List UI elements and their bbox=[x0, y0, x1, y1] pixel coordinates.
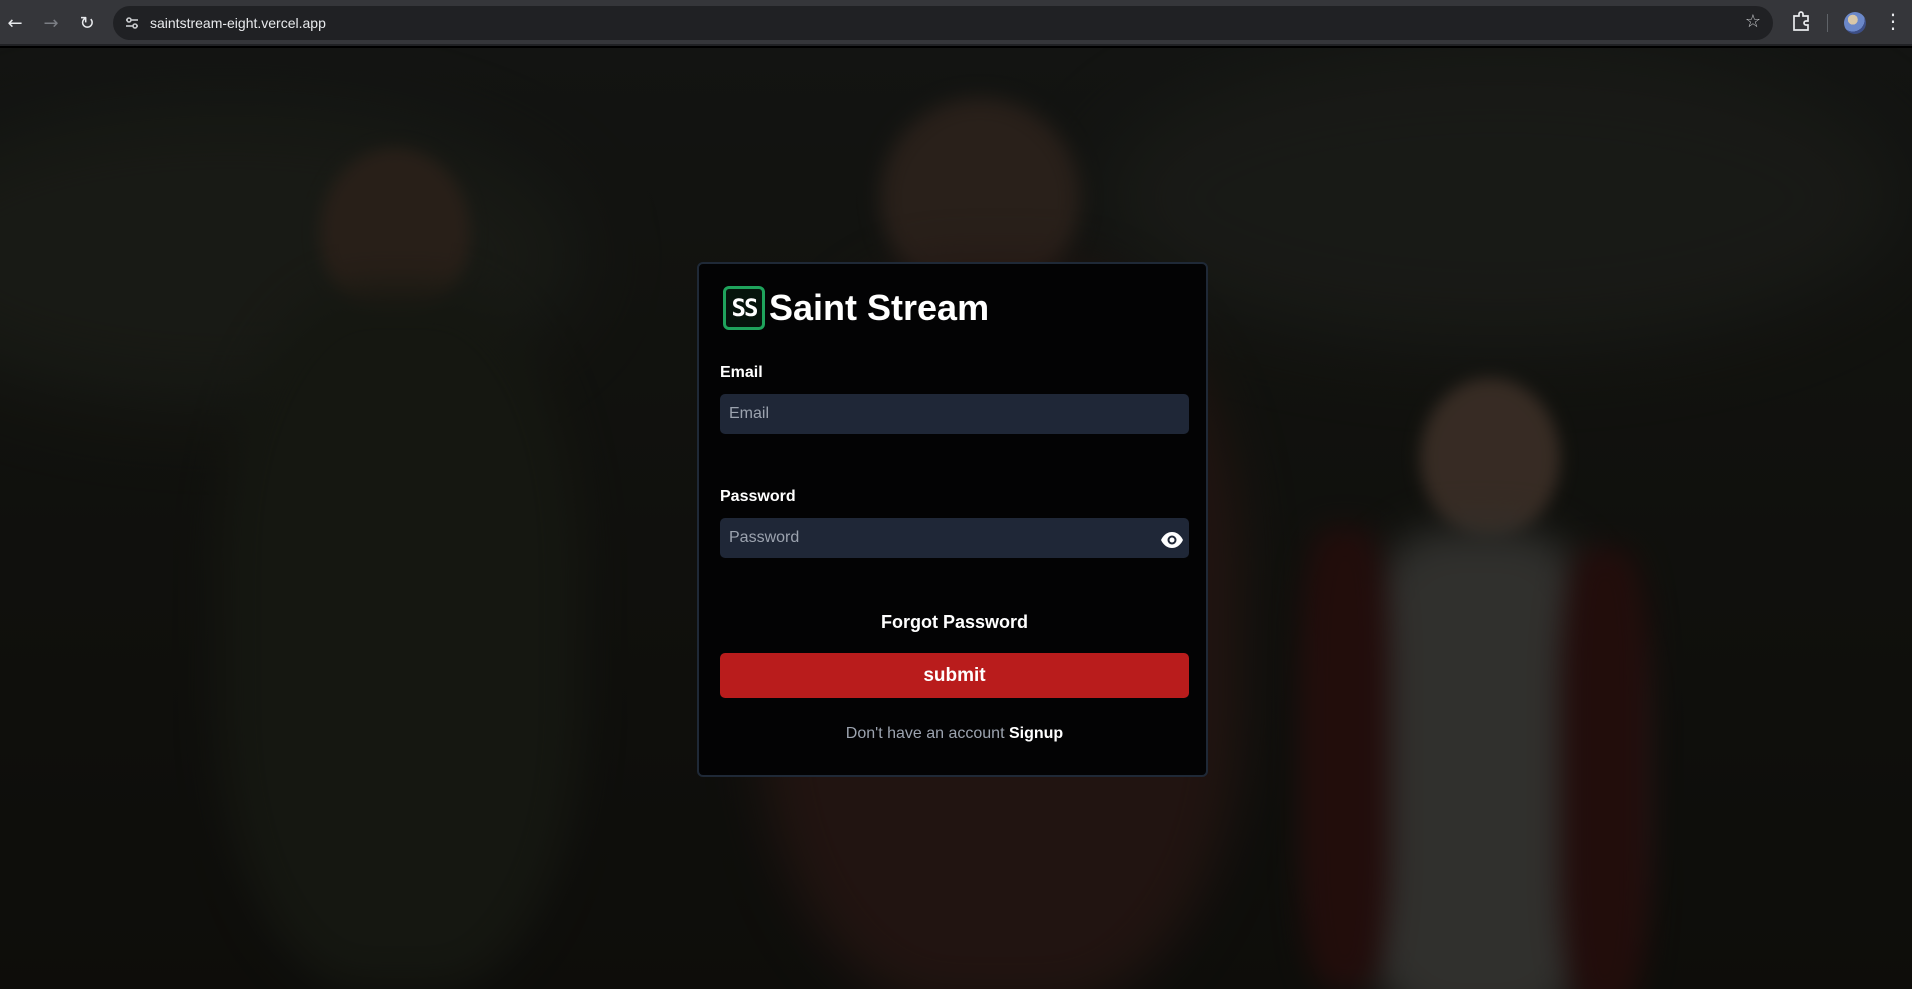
browser-toolbar: ← → ↻ saintstream-eight.vercel.app ☆ ⋮ bbox=[0, 0, 1912, 46]
star-icon: ☆ bbox=[1744, 11, 1761, 32]
submit-button[interactable]: submit bbox=[720, 653, 1189, 698]
brand-name: Saint Stream bbox=[769, 287, 990, 328]
forward-button[interactable]: → bbox=[37, 9, 65, 37]
tune-icon bbox=[126, 17, 138, 29]
back-button[interactable]: ← bbox=[1, 9, 29, 37]
signup-prompt-text: Don't have an account bbox=[845, 725, 1005, 742]
puzzle-icon bbox=[1793, 11, 1809, 31]
arrow-right-icon: → bbox=[43, 12, 59, 34]
reload-button[interactable]: ↻ bbox=[73, 9, 101, 37]
password-field[interactable] bbox=[720, 518, 1189, 558]
bookmark-button[interactable]: ☆ bbox=[1745, 11, 1761, 32]
site-info-button[interactable] bbox=[123, 14, 141, 32]
password-label: Password bbox=[720, 488, 796, 505]
toolbar-divider bbox=[1827, 14, 1828, 32]
arrow-left-icon: ← bbox=[7, 12, 23, 34]
address-bar[interactable]: saintstream-eight.vercel.app ☆ bbox=[113, 6, 1773, 40]
login-card: SS Saint Stream Email Password Forgot Pa… bbox=[697, 262, 1208, 777]
forgot-password-link[interactable]: Forgot Password bbox=[699, 612, 1210, 633]
email-field[interactable] bbox=[720, 394, 1189, 434]
signup-prompt: Don't have an account Signup bbox=[699, 725, 1210, 743]
browser-menu-button[interactable]: ⋮ bbox=[1883, 9, 1903, 33]
reload-icon: ↻ bbox=[79, 12, 95, 34]
email-label: Email bbox=[720, 364, 763, 381]
logo-mark: SS bbox=[723, 286, 765, 330]
signup-link[interactable]: Signup bbox=[1009, 725, 1063, 742]
eye-icon bbox=[1161, 532, 1183, 548]
brand-logo[interactable]: SS Saint Stream bbox=[723, 286, 989, 330]
kebab-menu-icon: ⋮ bbox=[1883, 9, 1903, 33]
show-password-toggle[interactable] bbox=[1160, 528, 1184, 552]
url-text[interactable]: saintstream-eight.vercel.app bbox=[150, 15, 326, 31]
extensions-button[interactable] bbox=[1790, 10, 1812, 34]
profile-avatar[interactable] bbox=[1844, 12, 1866, 34]
